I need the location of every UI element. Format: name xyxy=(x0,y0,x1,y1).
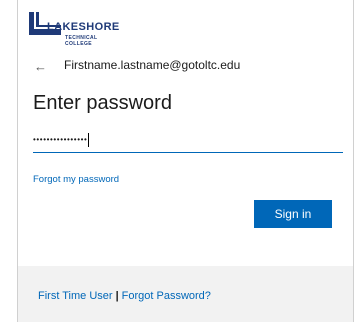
footer-links: First Time User | Forgot Password? xyxy=(38,290,211,302)
first-time-user-link[interactable]: First Time User xyxy=(38,290,113,302)
logo-wordmark: LAKESHORE xyxy=(47,21,120,33)
footer-bar: First Time User | Forgot Password? xyxy=(18,266,353,322)
text-caret xyxy=(88,133,90,147)
college-logo: LAKESHORE TECHNICAL COLLEGE xyxy=(27,9,137,47)
forgot-my-password-link[interactable]: Forgot my password xyxy=(33,174,119,185)
account-email: Firstname.lastname@gotoltc.edu xyxy=(64,58,241,72)
forgot-password-link[interactable]: Forgot Password? xyxy=(122,290,211,302)
footer-separator: | xyxy=(115,290,119,302)
back-arrow-icon[interactable]: ← xyxy=(34,60,47,73)
page-title: Enter password xyxy=(33,92,172,114)
password-field[interactable]: •••••••••••••••• xyxy=(33,129,343,153)
sign-in-button[interactable]: Sign in xyxy=(254,200,332,228)
password-value: •••••••••••••••• xyxy=(33,133,90,147)
logo-subline-college: COLLEGE xyxy=(65,41,92,47)
